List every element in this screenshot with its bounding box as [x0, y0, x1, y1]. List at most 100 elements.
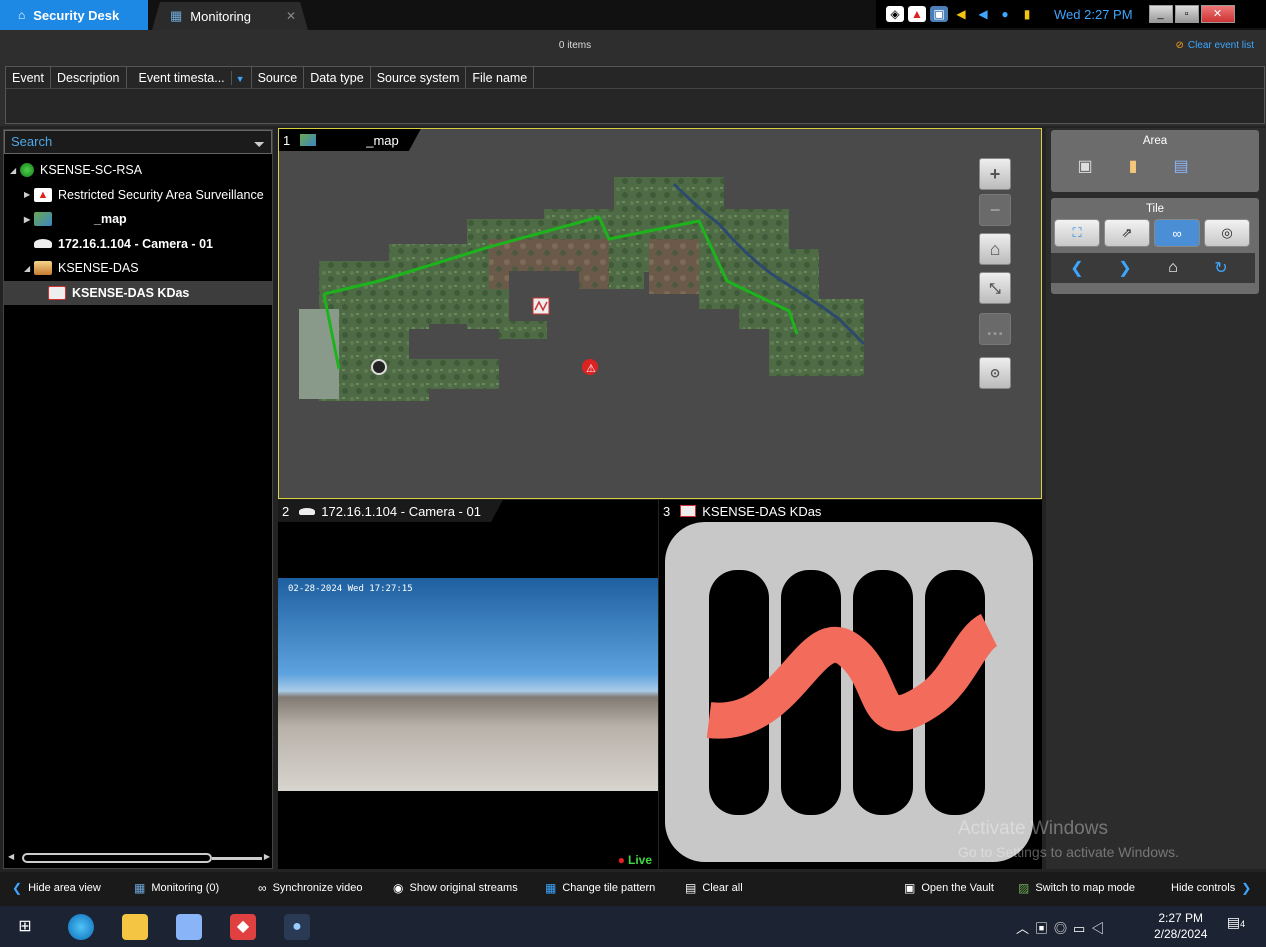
network-app-icon[interactable] [176, 914, 202, 940]
tile-label: 3 KSENSE-DAS KDas [659, 500, 843, 522]
column-source-system[interactable]: Source system [371, 67, 467, 88]
synchronize-video-button[interactable]: ∞ Synchronize video [258, 881, 362, 895]
switch-to-map-mode-button[interactable]: ▨ Switch to map mode [1018, 881, 1135, 895]
monitoring-button[interactable]: ▦ Monitoring (0) [134, 881, 219, 895]
open-vault-button[interactable]: ▣ Open the Vault [904, 881, 994, 895]
search-input[interactable]: Search ⏷ [4, 130, 272, 154]
column-event[interactable]: Event [6, 67, 51, 88]
hide-controls-button[interactable]: Hide controls ❯ [1171, 881, 1251, 895]
tile-controls: Tile ⛶ ⇗ ∞ ◎ ❮ ❯ ⌂ ↻ [1051, 198, 1259, 294]
taskbar-clock[interactable]: 2:27 PM 2/28/2024 [1154, 910, 1207, 942]
binoculars-button[interactable]: ∞ [1154, 219, 1200, 247]
refresh-icon[interactable]: ↻ [1197, 255, 1245, 281]
scroll-left-icon[interactable]: ◀ [8, 852, 14, 861]
warning-icon[interactable]: ▲ [908, 6, 926, 22]
event-count: 0 items [558, 40, 592, 51]
sort-down-icon: ▼ [235, 74, 245, 84]
windows-start-icon[interactable]: ⊞ [12, 914, 38, 940]
tile-camera[interactable]: 2 172.16.1.104 - Camera - 01 02-28-2024 … [278, 500, 658, 869]
show-original-streams-button[interactable]: ◉ Show original streams [393, 881, 518, 895]
filter-icon[interactable]: ⏷ [254, 133, 265, 155]
tile-kdas[interactable]: 3 KSENSE-DAS KDas [659, 500, 1042, 869]
globe-icon[interactable]: ● [996, 6, 1014, 22]
controls-panel: Area ▣ ▮ ▤ Tile ⛶ ⇗ ∞ ◎ ❮ ❯ ⌂ ↻ [1046, 128, 1266, 869]
tab-monitoring[interactable]: ▦ Monitoring ✕ [152, 2, 308, 30]
minimize-button[interactable]: _ [1148, 5, 1173, 23]
restore-button[interactable]: ▫ [1174, 5, 1199, 23]
security-desk-taskbar-icon[interactable]: ● [284, 914, 310, 940]
expand-arrow-icon[interactable]: ▶ [24, 215, 34, 224]
next-icon[interactable]: ❯ [1101, 255, 1149, 281]
column-event-timestamp[interactable]: Event timesta... ▼ [127, 67, 252, 88]
satellite-map[interactable]: ⚠ [279, 129, 1042, 499]
horizontal-scrollbar[interactable]: ◀ ▶ [8, 852, 270, 864]
map-home-button[interactable]: ⌂ [979, 233, 1011, 265]
speaker-icon[interactable]: ◀ [952, 6, 970, 22]
kdas-icon [48, 285, 66, 300]
tree-item-camera[interactable]: 172.16.1.104 - Camera - 01 [4, 232, 272, 257]
close-tab-icon[interactable]: ✕ [286, 9, 296, 23]
file-explorer-icon[interactable] [122, 914, 148, 940]
more-options-button[interactable]: … [979, 313, 1011, 345]
change-tile-pattern-button[interactable]: ▦ Change tile pattern [545, 881, 655, 895]
fullscreen-tile-button[interactable]: ⛶ [1054, 219, 1100, 247]
previous-icon[interactable]: ❮ [1053, 255, 1101, 281]
synchronize-video-label: Synchronize video [272, 882, 363, 894]
tile-number: 2 [282, 503, 290, 519]
collapse-arrow-icon[interactable]: ◢ [10, 166, 20, 175]
zoom-in-button[interactable]: + [979, 158, 1011, 190]
clear-event-list-button[interactable]: ⊘ Clear event list [1175, 40, 1254, 51]
taskbar-date: 2/28/2024 [1154, 927, 1208, 941]
tile-label: 1 _map [279, 129, 421, 151]
column-data-type[interactable]: Data type [304, 67, 371, 88]
camera-sequence-icon[interactable]: ▣ [1061, 153, 1109, 179]
map-icon [34, 212, 52, 227]
tab-monitoring-label: Monitoring [190, 8, 251, 24]
tree-item-map[interactable]: ▶ _map [4, 207, 272, 232]
zoom-out-button[interactable]: − [979, 194, 1011, 226]
column-file-name[interactable]: File name [466, 67, 535, 88]
clear-tile-button[interactable]: ◎ [1204, 219, 1250, 247]
scroll-right-icon[interactable]: ▶ [264, 852, 270, 861]
camera-timestamp: 02-28-2024 Wed 17:27:15 [288, 584, 413, 594]
document-icon[interactable]: ▤ [1157, 153, 1205, 179]
hide-area-view-button[interactable]: ❮ Hide area view [12, 881, 101, 895]
remote-app-icon[interactable]: ◆ [230, 914, 256, 940]
notifications-icon[interactable]: ▤4 [1224, 914, 1248, 938]
mute-icon[interactable]: ◀ [974, 6, 992, 22]
tree-item-ksense-das[interactable]: ◢ KSENSE-DAS [4, 256, 272, 281]
map-layer-button[interactable]: ⊙ [979, 357, 1011, 389]
tree-item-restricted-area[interactable]: ▶ ▲ Restricted Security Area Surveillanc… [4, 183, 272, 208]
column-description[interactable]: Description [51, 67, 127, 88]
home-icon[interactable]: ⌂ [1149, 255, 1197, 281]
tab-security-desk-label: Security Desk [33, 7, 120, 23]
map-icon [300, 134, 316, 146]
tile-map[interactable]: 1 _map ⚠ + − ⌂ ⤡ … ⊙ [278, 128, 1042, 499]
pop-out-tile-button[interactable]: ⇗ [1104, 219, 1150, 247]
chevron-left-icon: ❮ [12, 881, 23, 895]
close-window-button[interactable]: ✕ [1200, 5, 1235, 23]
scrollbar-thumb[interactable] [22, 853, 212, 863]
edge-browser-icon[interactable] [68, 914, 94, 940]
camera-tray-icon[interactable]: ▣ [930, 6, 948, 22]
signal-icon: ▮ [1023, 7, 1031, 21]
clear-all-button[interactable]: ▤ Clear all [685, 881, 743, 895]
door-icon[interactable]: ▮ [1109, 153, 1157, 179]
clear-all-icon: ▤ [685, 881, 697, 895]
camera-video-frame[interactable] [278, 578, 658, 791]
genetec-icon[interactable]: ◈ [886, 6, 904, 22]
tab-security-desk[interactable]: ⌂ Security Desk [0, 0, 148, 30]
tree-item-ksense-das-kdas[interactable]: KSENSE-DAS KDas [4, 280, 272, 305]
fit-view-button[interactable]: ⤡ [979, 272, 1011, 304]
column-source[interactable]: Source [252, 67, 305, 88]
tile-label: 2 172.16.1.104 - Camera - 01 [278, 500, 503, 522]
entity-tree: ◢ KSENSE-SC-RSA ▶ ▲ Restricted Security … [4, 158, 272, 305]
search-placeholder: Search [11, 134, 53, 149]
live-label: Live [627, 853, 652, 867]
windows-taskbar: ⊞ ◆ ● ︿▣◎▭◁ 2:27 PM 2/28/2024 ▤4 [0, 906, 1266, 947]
expand-arrow-icon[interactable]: ▶ [24, 190, 34, 199]
collapse-arrow-icon[interactable]: ◢ [24, 264, 34, 273]
tree-item-root[interactable]: ◢ KSENSE-SC-RSA [4, 158, 272, 183]
area-title: Area [1142, 135, 1168, 147]
taskbar-tray-icons[interactable]: ︿▣◎▭◁ [1016, 918, 1110, 937]
